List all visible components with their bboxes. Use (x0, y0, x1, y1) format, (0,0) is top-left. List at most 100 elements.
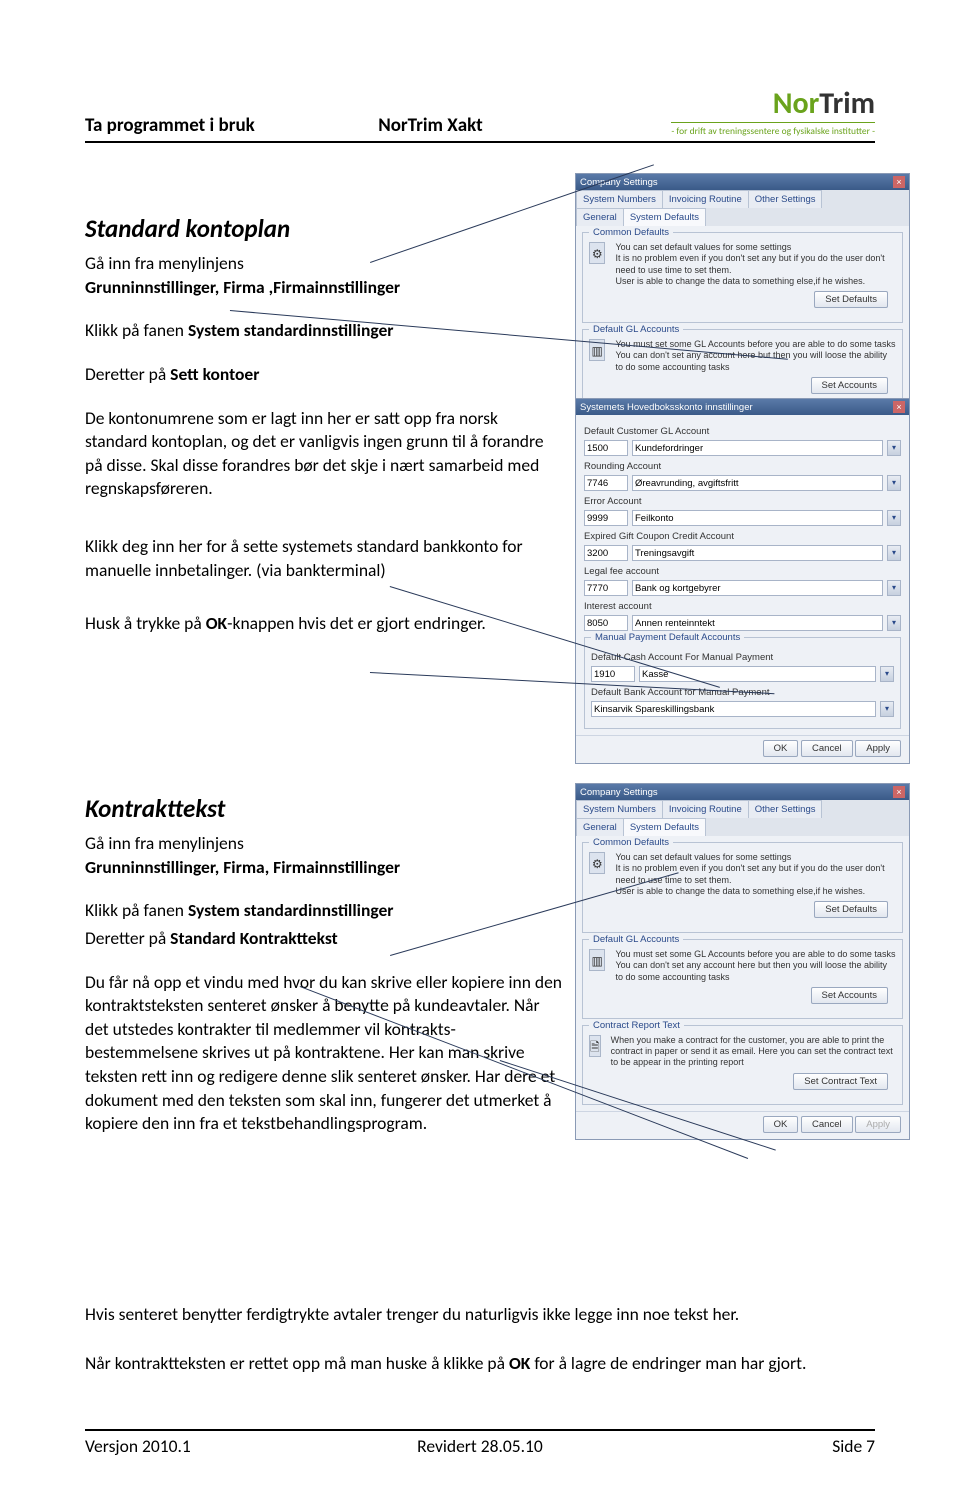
bank-label: Default Bank Account for Manual Payment (591, 687, 894, 698)
company-settings-window-1: Company Settings × System Numbers Invoic… (575, 173, 910, 416)
win-title-text: Company Settings (580, 177, 658, 188)
hovedbokskonto-window: Systemets Hovedboksskonto innstillinger … (575, 398, 910, 764)
dropdown-icon[interactable]: ▾ (887, 545, 901, 561)
acct-num-input[interactable] (584, 615, 628, 631)
cancel-button[interactable]: Cancel (801, 740, 853, 757)
accounts-icon: ▥ (589, 339, 605, 361)
dropdown-icon[interactable]: ▾ (887, 510, 901, 526)
s2-p5: Hvis senteret benytter ferdigtrykte avta… (85, 1303, 875, 1327)
set-accounts-button[interactable]: Set Accounts (811, 987, 888, 1004)
group-gl-accounts: Default GL Accounts (589, 934, 683, 945)
contract-text: When you make a contract for the custome… (611, 1035, 896, 1069)
s2-p2a: Klikk på fanen (85, 899, 188, 921)
field-label: Legal fee account (584, 566, 901, 577)
win-title-bar: Company Settings × (576, 174, 909, 190)
win-title-text: Systemets Hovedboksskonto innstillinger (580, 402, 753, 413)
acct-name-input[interactable] (632, 615, 883, 631)
win-title-bar: Systemets Hovedboksskonto innstillinger … (576, 399, 909, 415)
tab-other[interactable]: Other Settings (748, 800, 823, 818)
close-icon[interactable]: × (893, 176, 905, 188)
s1-p1b: Grunninnstillinger, Firma ,Firmainnstill… (85, 276, 400, 298)
acct-num-input[interactable] (584, 545, 628, 561)
dropdown-icon[interactable]: ▾ (880, 666, 894, 682)
s2-p4: Du får nå opp et vindu med hvor du kan s… (85, 971, 565, 1136)
dropdown-icon[interactable]: ▾ (880, 701, 894, 717)
s2-p6a: Når kontraktteksten er rettet opp må man… (85, 1352, 509, 1374)
common-text: You can set default values for some sett… (615, 242, 896, 287)
page-footer: Versjon 2010.1 Revidert 28.05.10 Side 7 (85, 1429, 875, 1457)
s1-p6c: -knappen hvis det er gjort endringer. (227, 612, 486, 634)
gl-text: You must set some GL Accounts before you… (615, 949, 896, 983)
tab-system-numbers[interactable]: System Numbers (576, 190, 663, 208)
field-label: Error Account (584, 496, 901, 507)
s1-p1a: Gå inn fra menylinjens (85, 252, 244, 274)
group-common-defaults: Common Defaults (589, 837, 673, 848)
dropdown-icon[interactable]: ▾ (887, 615, 901, 631)
cash-label: Default Cash Account For Manual Payment (591, 652, 894, 663)
acct-num-input[interactable] (584, 440, 628, 456)
tab-system-numbers[interactable]: System Numbers (576, 800, 663, 818)
set-contract-text-button[interactable]: Set Contract Text (793, 1073, 888, 1090)
ok-button[interactable]: OK (763, 740, 799, 757)
ok-button[interactable]: OK (763, 1116, 799, 1133)
logo-nor: Nor (773, 85, 820, 122)
acct-name-input[interactable] (632, 440, 883, 456)
field-label: Interest account (584, 601, 901, 612)
acct-name-input[interactable] (632, 510, 883, 526)
tab-invoicing[interactable]: Invoicing Routine (662, 190, 749, 208)
logo: NorTrim - for drift av treningssentere o… (671, 85, 875, 137)
s1-p5: Klikk deg inn her for å sette systemets … (85, 535, 545, 582)
s1-p2a: Klikk på fanen (85, 319, 188, 341)
tab-other[interactable]: Other Settings (748, 190, 823, 208)
dropdown-icon[interactable]: ▾ (887, 580, 901, 596)
defaults-icon: ⚙ (589, 852, 605, 874)
acct-name-input[interactable] (632, 475, 883, 491)
tab-system-defaults[interactable]: System Defaults (623, 818, 706, 836)
s2-p3b: Standard Kontrakttekst (170, 927, 338, 949)
acct-num-input[interactable] (584, 580, 628, 596)
section-standard-kontoplan: Standard kontoplan Gå inn fra menylinjen… (85, 213, 875, 713)
acct-name-input[interactable] (632, 580, 883, 596)
apply-button[interactable]: Apply (855, 740, 901, 757)
set-accounts-button[interactable]: Set Accounts (811, 377, 888, 394)
header-doc-title: Ta programmet i bruk (85, 114, 378, 137)
company-settings-window-2: Company Settings × System Numbers Invoic… (575, 783, 910, 1140)
tab-general[interactable]: General (576, 818, 624, 836)
defaults-icon: ⚙ (589, 242, 605, 264)
close-icon[interactable]: × (893, 786, 905, 798)
header-app-name: NorTrim Xakt (378, 114, 671, 137)
dropdown-icon[interactable]: ▾ (887, 440, 901, 456)
footer-revised: Revidert 28.05.10 (348, 1435, 611, 1457)
s2-p3a: Deretter på (85, 927, 170, 949)
acct-num-input[interactable] (584, 510, 628, 526)
tab-system-defaults[interactable]: System Defaults (623, 208, 706, 226)
apply-button[interactable]: Apply (855, 1116, 901, 1133)
s2-p1a: Gå inn fra menylinjens (85, 832, 244, 854)
acct-name-input[interactable] (632, 545, 883, 561)
s2-p2b: System standardinnstillinger (188, 899, 394, 921)
group-gl-accounts: Default GL Accounts (589, 324, 683, 335)
bank-name-input[interactable] (591, 701, 876, 717)
cancel-button[interactable]: Cancel (801, 1116, 853, 1133)
s1-p6a: Husk å trykke på (85, 612, 206, 634)
logo-subtitle: - for drift av treningssentere og fysika… (671, 122, 875, 137)
accounts-icon: ▥ (589, 949, 605, 971)
s2-p6b: OK (509, 1352, 530, 1374)
close-icon[interactable]: × (893, 401, 905, 413)
gl-text: You must set some GL Accounts before you… (615, 339, 896, 373)
win-title-text: Company Settings (580, 787, 658, 798)
s1-p3b: Sett kontoer (170, 363, 259, 385)
s2-p1b: Grunninnstillinger, Firma, Firmainnstill… (85, 856, 400, 878)
field-label: Default Customer GL Account (584, 426, 901, 437)
common-text: You can set default values for some sett… (615, 852, 896, 897)
cash-num-input[interactable] (591, 666, 635, 682)
cash-name-input[interactable] (639, 666, 876, 682)
acct-num-input[interactable] (584, 475, 628, 491)
tab-invoicing[interactable]: Invoicing Routine (662, 800, 749, 818)
footer-page: Side 7 (612, 1435, 875, 1457)
set-defaults-button[interactable]: Set Defaults (814, 901, 888, 918)
set-defaults-button[interactable]: Set Defaults (814, 291, 888, 308)
dropdown-icon[interactable]: ▾ (887, 475, 901, 491)
tab-general[interactable]: General (576, 208, 624, 226)
footer-version: Versjon 2010.1 (85, 1435, 348, 1457)
